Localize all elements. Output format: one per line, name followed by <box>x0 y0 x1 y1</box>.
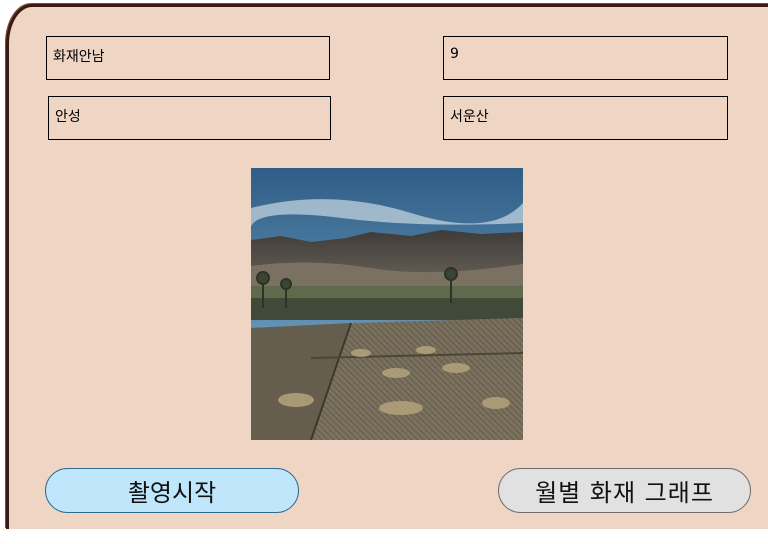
monthly-fire-graph-button[interactable]: 월별 화재 그래프 <box>498 468 751 513</box>
mountain-field[interactable]: 서운산 <box>443 96 728 140</box>
fire-status-field[interactable]: 화재안남 <box>46 36 330 80</box>
camera-image <box>251 168 523 440</box>
city-field[interactable]: 안성 <box>48 96 331 140</box>
app-window: 화재안남 9 안성 서운산 촬영시작 월별 화재 그래프 <box>0 0 768 544</box>
start-recording-button[interactable]: 촬영시작 <box>45 468 299 513</box>
count-field[interactable]: 9 <box>443 36 728 80</box>
